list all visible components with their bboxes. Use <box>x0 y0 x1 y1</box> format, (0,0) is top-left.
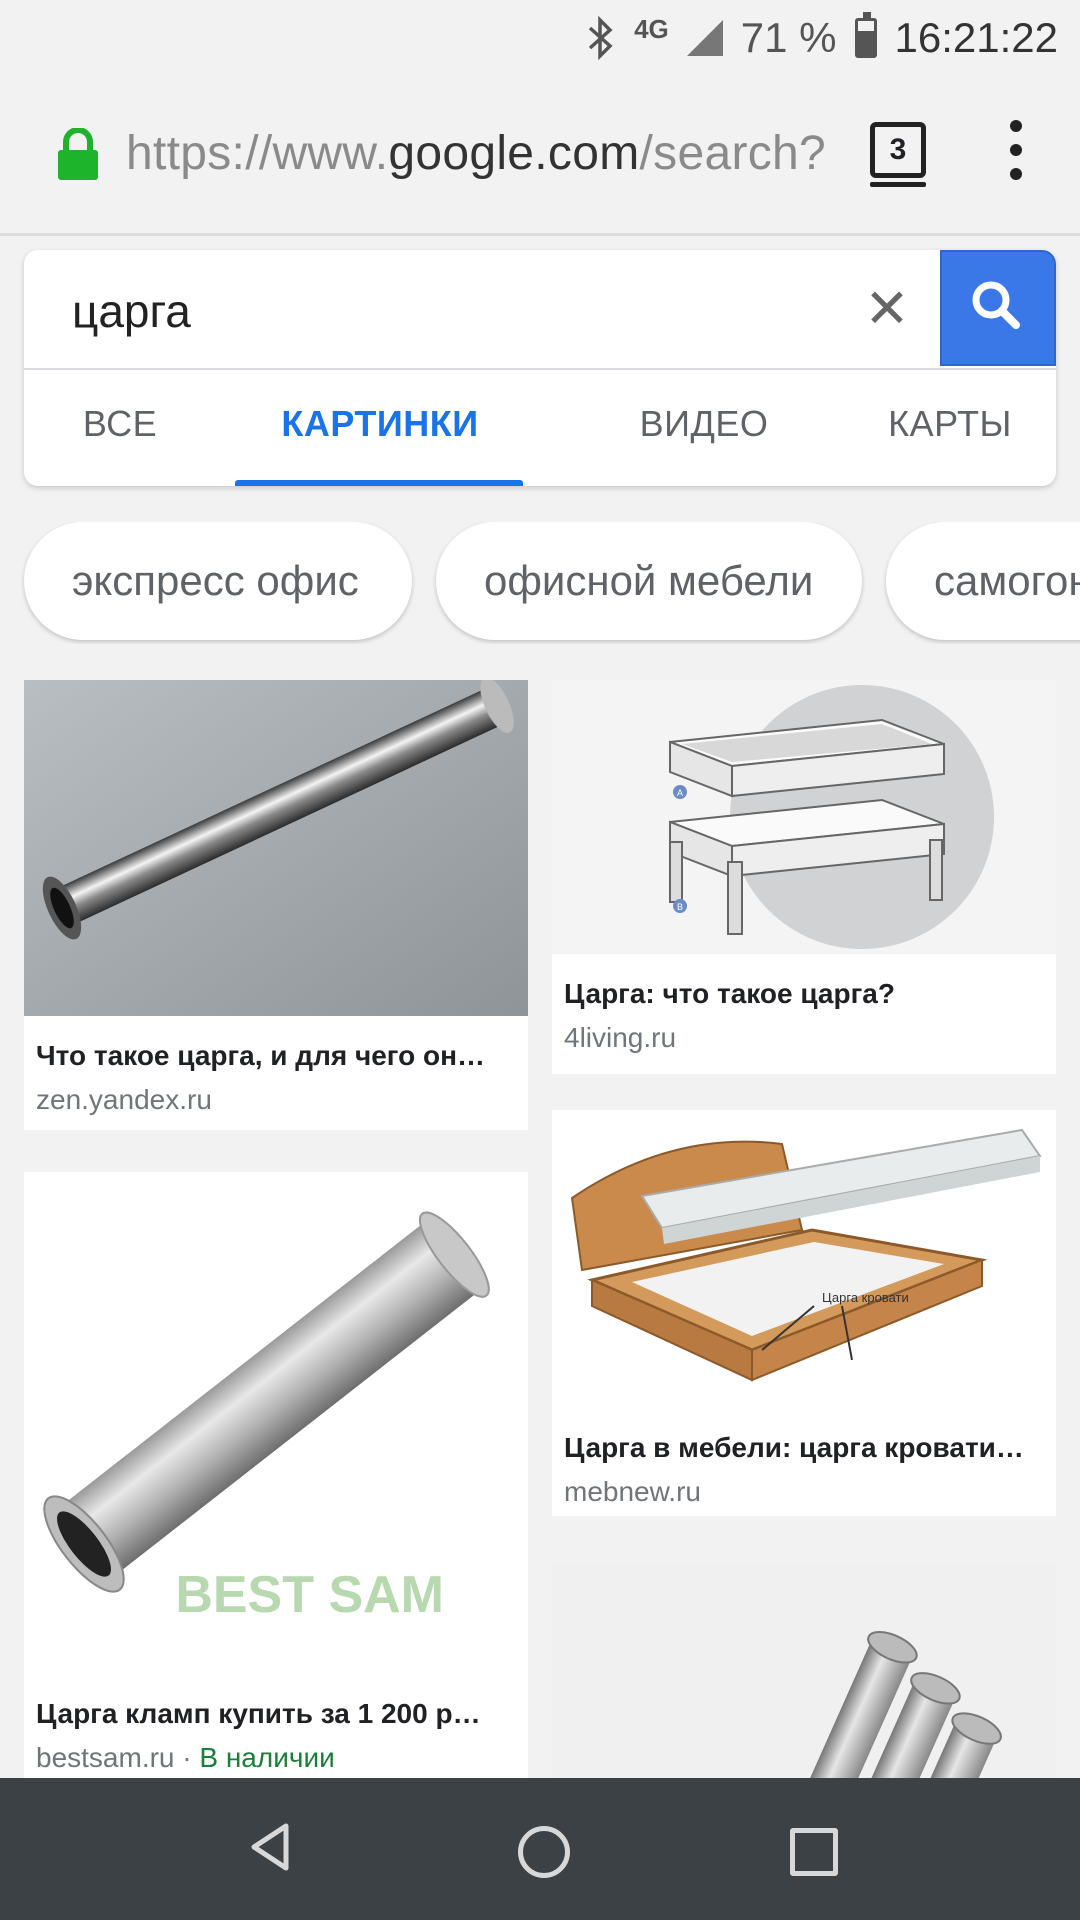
search-tabs: ВСЕ КАРТИНКИ ВИДЕО КАРТЫ <box>24 368 1056 486</box>
tab-all[interactable]: ВСЕ <box>60 368 180 486</box>
frame-marker-a: A <box>677 788 683 798</box>
result-image <box>24 680 528 1016</box>
tab-maps[interactable]: КАРТЫ <box>870 368 1030 486</box>
result-source-domain: bestsam.ru <box>36 1742 175 1773</box>
address-bar[interactable]: https://www.google.com/search? <box>126 126 836 181</box>
result-source: zen.yandex.ru <box>36 1084 212 1115</box>
tab-images[interactable]: КАРТИНКИ <box>220 368 540 486</box>
tab-switcher-button[interactable]: 3 <box>870 122 926 187</box>
active-tab-indicator <box>235 480 523 486</box>
result-title: Царга: что такое царга? <box>564 978 895 1009</box>
recent-apps-icon[interactable] <box>790 1828 838 1876</box>
url-prefix: https://www. <box>126 127 389 180</box>
browser-toolbar: https://www.google.com/search? 3 <box>0 76 1080 236</box>
system-nav-bar <box>0 1778 1080 1920</box>
battery-icon <box>854 12 877 58</box>
network-type: 4G <box>634 13 669 44</box>
image-result[interactable]: Царга кровати Царга в мебели: царга кров… <box>552 1110 1056 1516</box>
back-icon[interactable] <box>248 1822 292 1872</box>
availability-label: В наличии <box>199 1742 335 1773</box>
watermark-text: BEST SAM <box>175 1566 444 1624</box>
result-image <box>552 1564 1056 1778</box>
search-card: царга ✕ ВСЕ КАРТИНКИ ВИДЕО КАРТЫ <box>24 250 1056 486</box>
suggestion-chips: экспресс офис офисной мебели самогон <box>0 522 1080 644</box>
home-icon[interactable] <box>518 1826 570 1878</box>
status-bar: 4G 71 % 16:21:22 <box>0 0 1080 76</box>
result-source: mebnew.ru <box>564 1476 701 1507</box>
result-image: BEST SAM <box>24 1172 528 1674</box>
signal-icon <box>686 20 723 56</box>
result-image: Царга кровати <box>552 1110 1056 1408</box>
result-source: 4living.ru <box>564 1022 677 1053</box>
clock: 16:21:22 <box>894 14 1059 61</box>
search-icon <box>972 281 1020 329</box>
result-source: bestsam.ru · В наличии <box>36 1742 335 1773</box>
result-title: Что такое царга, и для чего он… <box>36 1040 485 1071</box>
tab-video[interactable]: ВИДЕО <box>604 368 804 486</box>
bluetooth-icon <box>588 16 613 60</box>
url-domain: google.com <box>388 127 640 180</box>
lock-icon <box>58 128 98 180</box>
result-title: Царга кламп купить за 1 200 р… <box>36 1698 481 1729</box>
chip-express-office[interactable]: экспресс офис <box>24 522 412 640</box>
search-box: царга ✕ <box>24 250 1056 370</box>
clear-search-icon[interactable]: ✕ <box>862 282 912 336</box>
frame-marker-b: B <box>677 902 683 912</box>
status-icons: 4G 71 % 16:21:22 <box>586 0 1058 76</box>
bed-label: Царга кровати <box>822 1290 909 1305</box>
overflow-menu-icon[interactable] <box>1002 120 1030 180</box>
image-result[interactable]: Что такое царга, и для чего он… zen.yand… <box>24 680 528 1130</box>
search-button[interactable] <box>940 250 1056 366</box>
image-result[interactable] <box>552 1564 1056 1778</box>
result-title: Царга в мебели: царга кровати… <box>564 1432 1024 1463</box>
image-result[interactable]: BEST SAM Царга кламп купить за 1 200 р… … <box>24 1172 528 1778</box>
battery-percent: 71 % <box>740 14 837 61</box>
image-result[interactable]: A B Царга: что такое царга? 4living.ru <box>552 680 1056 1074</box>
chip-office-furniture[interactable]: офисной мебели <box>436 522 862 640</box>
url-suffix: /search? <box>639 127 827 180</box>
search-input[interactable]: царга <box>72 284 191 338</box>
chip-moonshine[interactable]: самогон <box>886 522 1080 640</box>
result-image: A B <box>552 680 1056 954</box>
